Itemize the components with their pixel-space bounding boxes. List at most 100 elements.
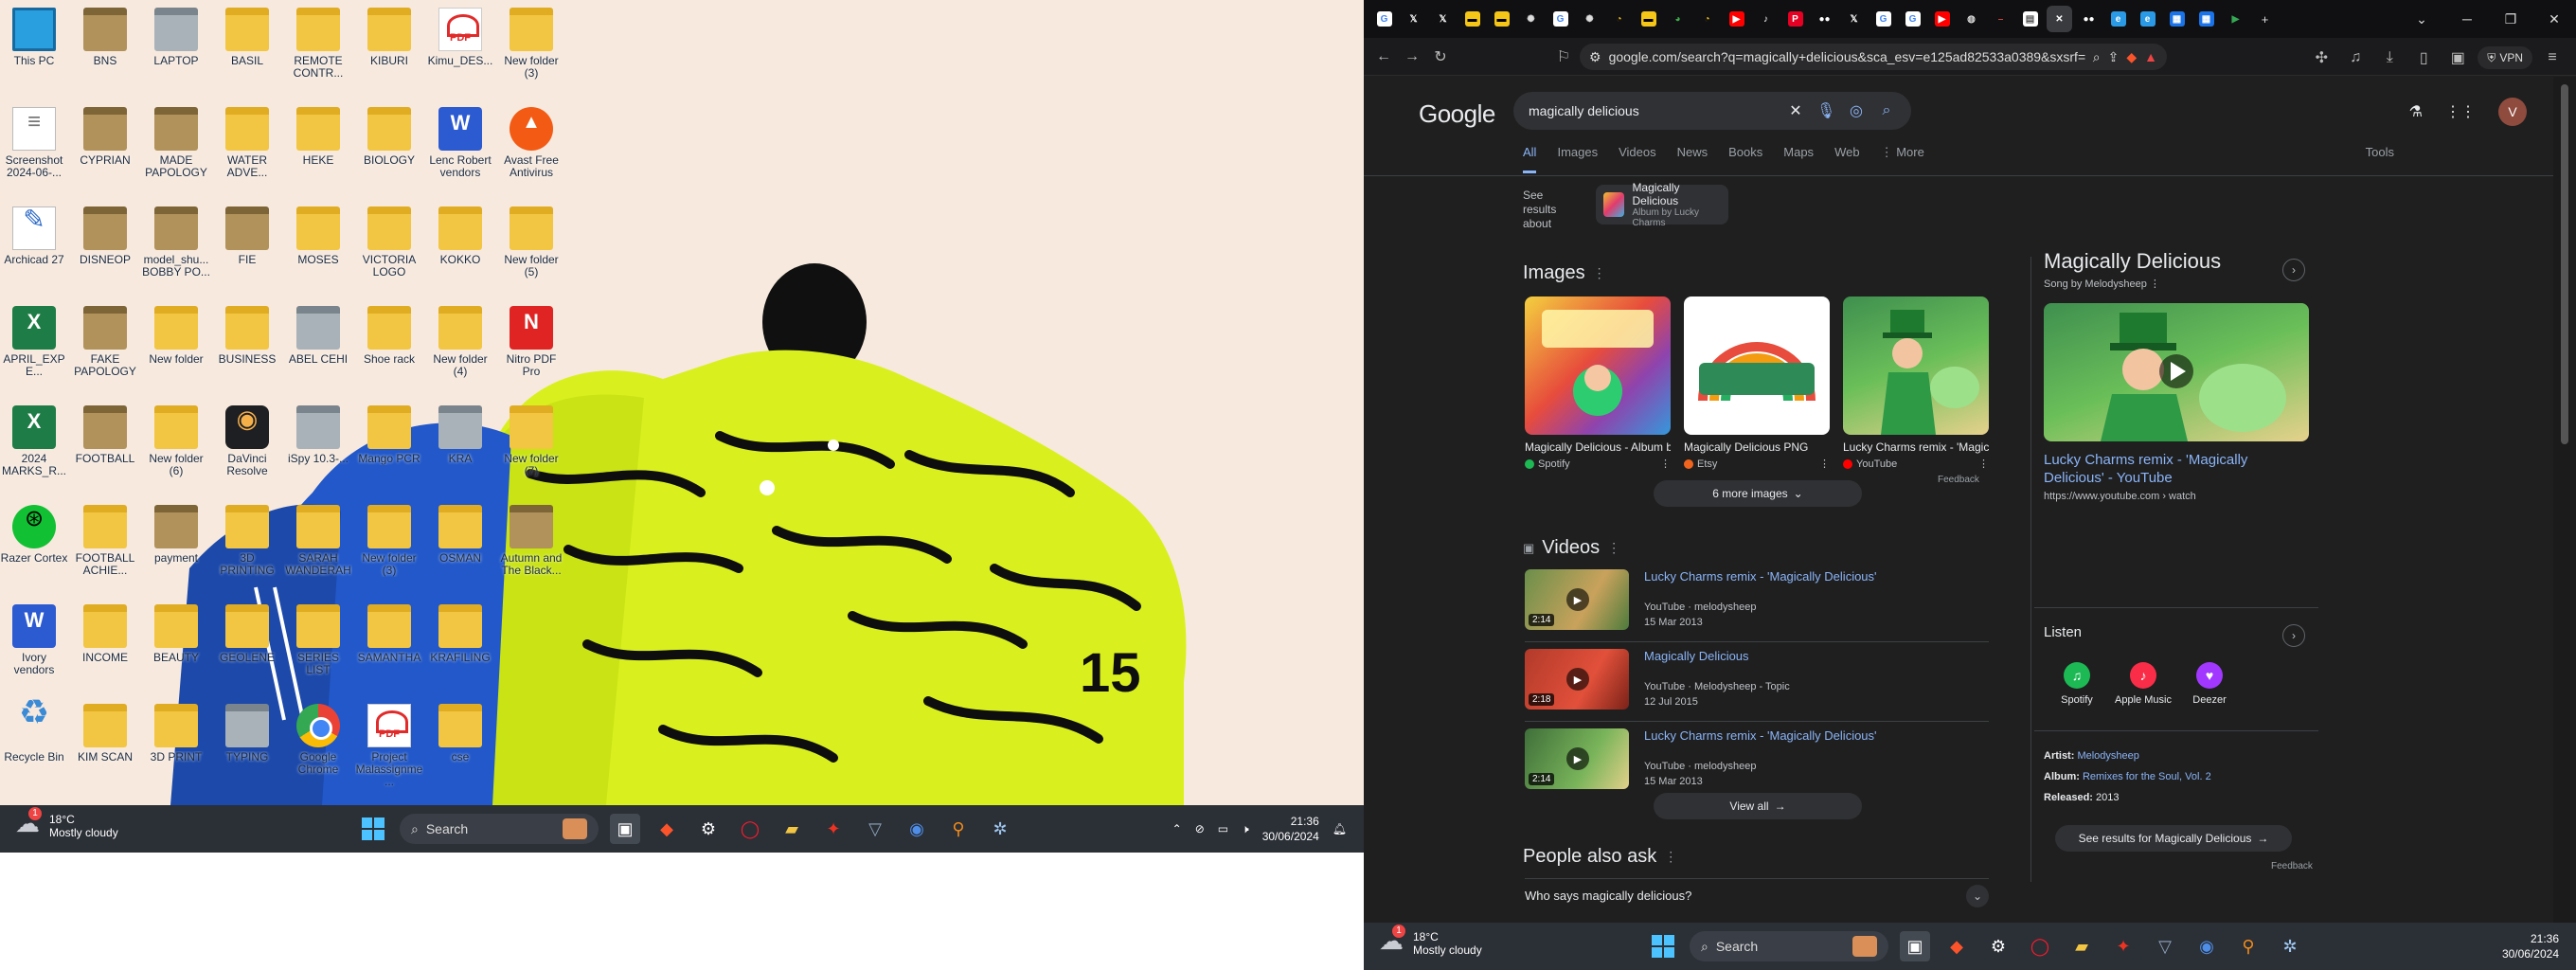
browser-tab[interactable]: 𝕏 [1401,6,1426,32]
wallet-icon[interactable]: ▣ [2443,44,2472,72]
desktop-icon[interactable]: Screenshot 2024-06-... [0,103,68,198]
more-images-button[interactable]: 6 more images ⌄ [1654,480,1862,507]
desktop-icon[interactable]: KIBURI [355,4,423,99]
desktop-icon[interactable]: FAKE PAPOLOGY [71,302,139,397]
paa-question[interactable]: Who says magically delicious? ⌄ [1525,878,1989,912]
downloads-icon[interactable]: ⤓ [2375,44,2404,72]
browser-tab[interactable]: 𝕏 [1841,6,1867,32]
opera-icon[interactable]: ◯ [2025,931,2055,961]
browser-tab[interactable]: 𝕏 [1430,6,1456,32]
desktop-icon[interactable]: OSMAN [426,501,494,596]
forward-icon[interactable]: → [1398,43,1426,71]
video-title-1[interactable]: Lucky Charms remix - 'Magically Deliciou… [1644,569,1877,584]
desktop-icon[interactable]: ABEL CEHI [284,302,352,397]
listen-arrow-icon[interactable]: › [2282,624,2305,647]
video-result-3[interactable]: ▶ 2:14 Lucky Charms remix - 'Magically D… [1525,728,1989,795]
desktop-icon[interactable]: New folder (7) [497,402,565,496]
tab-images[interactable]: Images [1557,145,1598,173]
weather-widget[interactable]: 1 18°C Mostly cloudy [1379,925,1482,957]
browser-tab[interactable]: ▶ [1929,6,1955,32]
more-vert-icon[interactable]: ⋮ [1819,458,1830,470]
kp-title-arrow-icon[interactable]: › [2282,259,2305,281]
desktop-icon[interactable]: KIM SCAN [71,700,139,795]
tab-maps[interactable]: Maps [1783,145,1814,173]
tab-books[interactable]: Books [1728,145,1762,173]
desktop-icon[interactable]: 3D PRINT [142,700,210,795]
labs-flask-icon[interactable]: ⚗ [2409,102,2423,121]
extensions-icon[interactable]: ✣ [2307,44,2335,72]
browser-tab[interactable]: ▬ [1459,6,1485,32]
share-icon[interactable]: ⇪ [2108,49,2120,65]
browser-tab[interactable]: ▦ [2164,6,2190,32]
kp-video-link[interactable]: Lucky Charms remix - 'Magically Deliciou… [2044,451,2309,487]
vpn-button[interactable]: ⛨ VPN [2478,46,2532,69]
more-vert-icon[interactable]: ⋮ [2150,278,2160,290]
desktop-icon[interactable]: Recycle Bin [0,700,68,795]
google-search-box[interactable]: magically delicious ✕ 🎙︎ ◎ ⌕ [1513,92,1911,130]
desktop-icon[interactable]: KRA [426,402,494,496]
video-thumb-1[interactable]: ▶ 2:14 [1525,569,1629,630]
see-results-for-button[interactable]: See results for Magically Delicious → [2055,825,2292,852]
menu-icon[interactable]: ≡ [2538,44,2567,72]
adobe-icon[interactable]: ✦ [2108,931,2138,961]
tab-all[interactable]: All [1523,145,1537,173]
desktop-icon[interactable]: SAMANTHA [355,601,423,695]
desktop-icon[interactable]: 3D PRINTING [213,501,281,596]
desktop-icon[interactable]: BEAUTY [142,601,210,695]
desktop-icon[interactable]: New folder (4) [426,302,494,397]
desktop-icon[interactable]: DaVinci Resolve [213,402,281,496]
browser-tab[interactable]: ▤ [2017,6,2043,32]
video-title-2[interactable]: Magically Delicious [1644,649,1749,663]
desktop-icon[interactable]: HEKE [284,103,352,198]
desktop-icon[interactable]: This PC [0,4,68,99]
browser-tab[interactable]: – [1988,6,2013,32]
display-icon[interactable]: ▭ [1218,822,1228,835]
desktop-icon[interactable]: Archicad 27 [0,203,68,297]
listen-apple-music[interactable]: ♪ Apple Music [2110,662,2176,706]
desktop-icon[interactable]: New folder (5) [497,203,565,297]
steam-icon[interactable]: ⚙ [693,814,724,844]
desktop-icon[interactable]: 2024 MARKS_R... [0,402,68,496]
brave-icon[interactable]: ◆ [652,814,682,844]
browser-tab[interactable]: ◕ [1665,6,1690,32]
more-vert-icon[interactable]: ⋮ [1660,458,1671,470]
search-everything-icon[interactable]: ⚲ [943,814,974,844]
desktop-icon[interactable]: MADE PAPOLOGY [142,103,210,198]
media-icon[interactable]: ♫ [2341,44,2370,72]
desktop-icon[interactable]: BUSINESS [213,302,281,397]
volume-icon[interactable]: 🕨 [1242,822,1249,836]
app-circle-icon[interactable]: ◉ [2191,931,2222,961]
settings-gear-icon[interactable]: ✲ [985,814,1015,844]
browser-tab[interactable]: G [1371,6,1397,32]
desktop-icon[interactable]: REMOTE CONTR... [284,4,352,99]
desktop-icon[interactable]: MOSES [284,203,352,297]
desktop-icon[interactable]: BIOLOGY [355,103,423,198]
settings-gear-icon[interactable]: ✲ [2275,931,2305,961]
desktop-icon[interactable]: Nitro PDF Pro [497,302,565,397]
browser-tab[interactable]: ▶ [2223,6,2248,32]
search-query[interactable]: magically delicious [1529,103,1775,118]
image-result-3[interactable]: Lucky Charms remix - 'Magic... YouTube ⋮ [1843,296,1989,470]
desktop-icon[interactable]: model_shu... BOBBY PO... [142,203,210,297]
vpn-icon[interactable]: ▽ [2150,931,2180,961]
bookmark-page-icon[interactable]: ⚐ [1549,43,1578,71]
file-explorer-icon[interactable]: ▰ [777,814,807,844]
listen-spotify[interactable]: ♫ Spotify [2044,662,2110,706]
video-result-2[interactable]: ▶ 2:18 Magically Delicious YouTube · Mel… [1525,649,1989,715]
steam-icon[interactable]: ⚙ [1983,931,2013,961]
vpn-icon[interactable]: ▽ [860,814,890,844]
desktop-icon[interactable]: New folder (6) [142,402,210,496]
maximize-button[interactable]: ❐ [2489,0,2532,38]
browser-tab[interactable]: G [1870,6,1896,32]
browser-tab[interactable]: ◔ [1694,6,1720,32]
image-thumb-1[interactable] [1525,296,1671,435]
desktop-icon[interactable]: FOOTBALL ACHIE... [71,501,139,596]
more-vert-icon[interactable]: ⋮ [1607,540,1620,556]
desktop-icon[interactable]: Shoe rack [355,302,423,397]
browser-tab[interactable]: ▦ [2193,6,2219,32]
image-thumb-3[interactable] [1843,296,1989,435]
opera-icon[interactable]: ◯ [735,814,765,844]
zoom-icon[interactable]: ⌕ [2093,49,2101,65]
task-view-icon[interactable]: ▣ [610,814,640,844]
chevron-down-icon[interactable]: ⌄ [2400,0,2443,38]
